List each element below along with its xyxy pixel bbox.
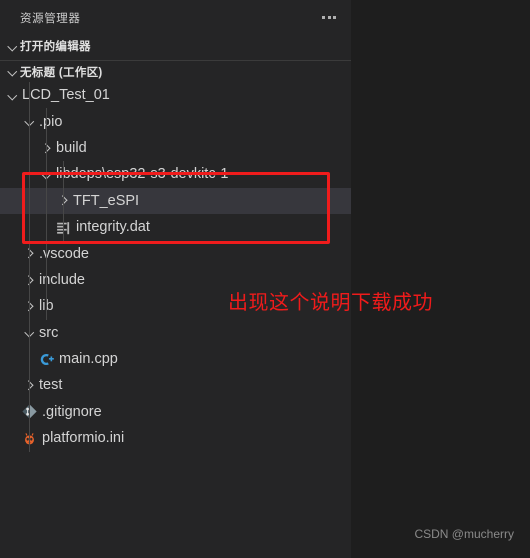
chevron-down-icon[interactable]	[4, 87, 20, 103]
tree-indent-guide	[63, 161, 64, 241]
tree-item-label: platformio.ini	[42, 430, 125, 447]
explorer-title-bar: 资源管理器	[0, 0, 351, 35]
section-open-editors-label: 打开的编辑器	[20, 41, 91, 53]
file-tree[interactable]: LCD_Test_01 .pio build libdeps\esp32-s3-dev…	[0, 82, 351, 452]
tree-item-label: src	[39, 324, 59, 341]
cpp-file-icon	[38, 351, 55, 368]
annotation-text: 出现这个说明下载成功	[228, 290, 433, 314]
tree-item[interactable]: .gitignore	[0, 399, 351, 425]
chevron-down-icon	[4, 38, 20, 54]
editor-area	[351, 0, 530, 558]
tree-item[interactable]: integrity.dat	[0, 214, 351, 240]
tree-item[interactable]: src	[0, 320, 351, 346]
tree-item-label: build	[56, 139, 87, 156]
tree-item[interactable]: .pio	[0, 108, 351, 134]
tree-item-label: .gitignore	[42, 403, 102, 420]
section-workspace[interactable]: 无标题 (工作区)	[0, 60, 351, 82]
tree-item[interactable]: main.cpp	[0, 346, 351, 372]
tree-item-label: test	[39, 377, 63, 394]
tree-indent-guide	[46, 108, 47, 320]
tree-item[interactable]: TFT_eSPI	[0, 187, 351, 214]
ellipsis-icon[interactable]	[319, 8, 339, 28]
vscode-window: 资源管理器 打开的编辑器 无标题 (工作区) LCD_Test_01 .pio bu…	[0, 0, 530, 558]
tree-item-label: LCD_Test_01	[22, 87, 110, 104]
tree-item[interactable]: platformio.ini	[0, 425, 351, 451]
chevron-down-icon	[4, 64, 20, 80]
tree-item-label: .pio	[39, 113, 63, 130]
tree-item-label: integrity.dat	[76, 219, 150, 236]
tree-item-label: main.cpp	[59, 351, 118, 368]
tree-item[interactable]: build	[0, 135, 351, 161]
section-open-editors[interactable]: 打开的编辑器	[0, 35, 351, 57]
watermark: CSDN @mucherry	[414, 527, 514, 541]
page-title: 资源管理器	[20, 12, 81, 25]
tree-item[interactable]: test	[0, 372, 351, 398]
tree-item-label: TFT_eSPI	[73, 192, 140, 209]
tree-indent-guide	[29, 82, 30, 452]
tree-item-label: libdeps\esp32-s3-devkitc-1	[56, 166, 229, 183]
tree-item[interactable]: .vscode	[0, 240, 351, 266]
tree-item[interactable]: LCD_Test_01	[0, 82, 351, 108]
section-workspace-label: 无标题 (工作区)	[20, 66, 103, 79]
tree-item[interactable]: libdeps\esp32-s3-devkitc-1	[0, 161, 351, 187]
explorer-sidebar: 资源管理器 打开的编辑器 无标题 (工作区) LCD_Test_01 .pio bu…	[0, 0, 351, 558]
